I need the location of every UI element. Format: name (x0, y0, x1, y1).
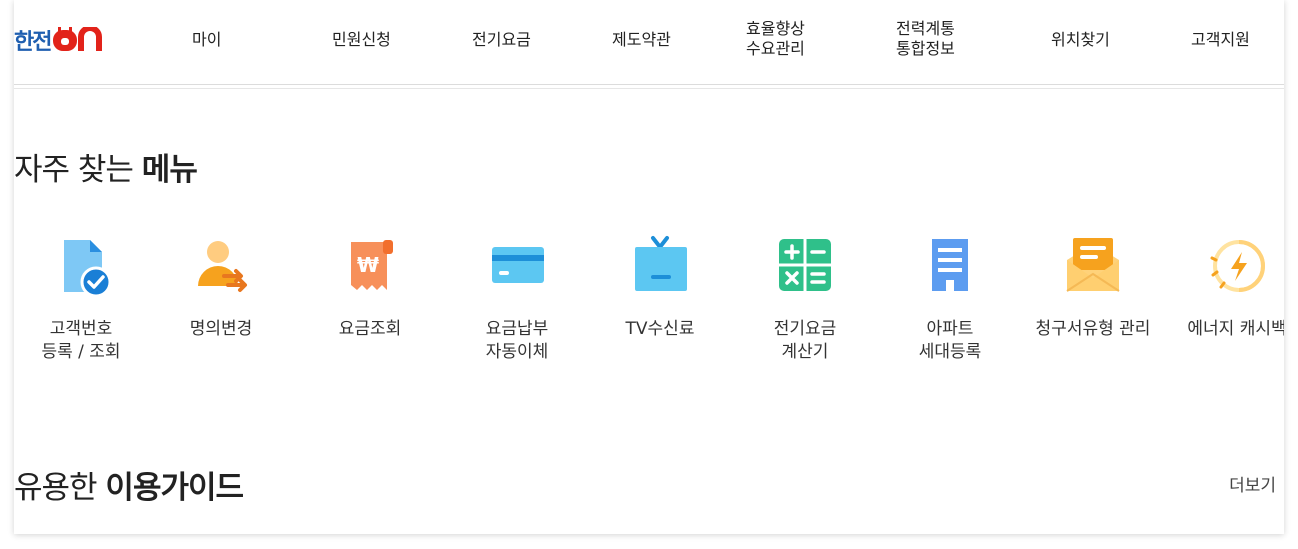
name-change-icon (198, 241, 247, 292)
calculator-icon (779, 239, 831, 291)
quick-menu-name-change[interactable]: 명의변경 (151, 230, 291, 341)
bill-inquiry-icon: ₩ (351, 240, 393, 290)
quick-menu-label: TV수신료 (625, 319, 695, 339)
quick-menu-apartment-registration[interactable]: 아파트 세대등록 (880, 230, 1020, 364)
card-payment-icon (492, 247, 544, 283)
quick-menu-auto-payment[interactable]: 요금납부 자동이체 (447, 230, 587, 364)
quick-menu-customer-number[interactable]: 고객번호 등록 / 조회 (14, 230, 151, 364)
nav-electric-bill[interactable]: 전기요금 (472, 30, 531, 50)
quick-menu-label: 전기요금 계산기 (773, 319, 837, 362)
nav-grid-info[interactable]: 전력계통 통합정보 (896, 19, 955, 59)
main-frame: 한전 마이 민원신청 전기요금 제도약관 효율향상 수요관리 전력계통 통합정보… (14, 0, 1284, 534)
tv-icon (635, 236, 687, 291)
logo-text: 한전 (14, 30, 53, 55)
nav-customer-support[interactable]: 고객지원 (1191, 30, 1250, 50)
quick-menu-bill-calculator[interactable]: 전기요금 계산기 (735, 230, 875, 364)
logo-on-icon (53, 27, 103, 51)
apartment-icon (932, 239, 968, 291)
guide-more-link[interactable]: 더보기 (1229, 471, 1276, 496)
envelope-icon (1066, 238, 1120, 292)
nav-efficiency-demand[interactable]: 효율향상 수요관리 (746, 19, 805, 59)
quick-menu-label: 청구서유형 관리 (1035, 319, 1151, 339)
energy-cashback-icon (1210, 240, 1265, 292)
header-divider (14, 88, 1284, 89)
guide-section-title: 유용한 이용가이드 (14, 462, 244, 507)
nav-system-terms[interactable]: 제도약관 (612, 30, 671, 50)
nav-civil-application[interactable]: 민원신청 (332, 30, 391, 50)
quick-menu-bill-inquiry[interactable]: ₩ 요금조회 (300, 230, 440, 341)
quick-menu-tv-fee[interactable]: TV수신료 (590, 230, 730, 341)
quick-menu-label: 요금납부 자동이체 (485, 319, 549, 362)
guide-title-regular: 유용한 (14, 470, 106, 506)
quick-menu-title: 자주 찾는 메뉴 (14, 144, 198, 189)
nav-location-finder[interactable]: 위치찾기 (1051, 30, 1110, 50)
nav-my[interactable]: 마이 (192, 30, 221, 50)
quick-menu-energy-cashback[interactable]: 에너지 캐시백 (1167, 230, 1284, 341)
quick-menu-title-regular: 자주 찾는 (14, 152, 142, 188)
svg-text:₩: ₩ (357, 253, 379, 277)
quick-menu-label: 에너지 캐시백 (1187, 319, 1284, 339)
quick-menu-title-bold: 메뉴 (141, 152, 198, 188)
quick-menu-label: 명의변경 (189, 319, 253, 339)
kepco-on-logo[interactable]: 한전 (14, 26, 108, 55)
customer-number-icon (64, 240, 112, 298)
quick-menu-label: 아파트 세대등록 (918, 319, 982, 362)
guide-title-bold: 이용가이드 (105, 470, 244, 506)
top-navigation: 한전 마이 민원신청 전기요금 제도약관 효율향상 수요관리 전력계통 통합정보… (14, 0, 1284, 85)
quick-menu-bill-type[interactable]: 청구서유형 관리 (1023, 230, 1163, 341)
quick-menu-label: 고객번호 등록 / 조회 (41, 319, 121, 362)
quick-menu-label: 요금조회 (338, 319, 402, 339)
